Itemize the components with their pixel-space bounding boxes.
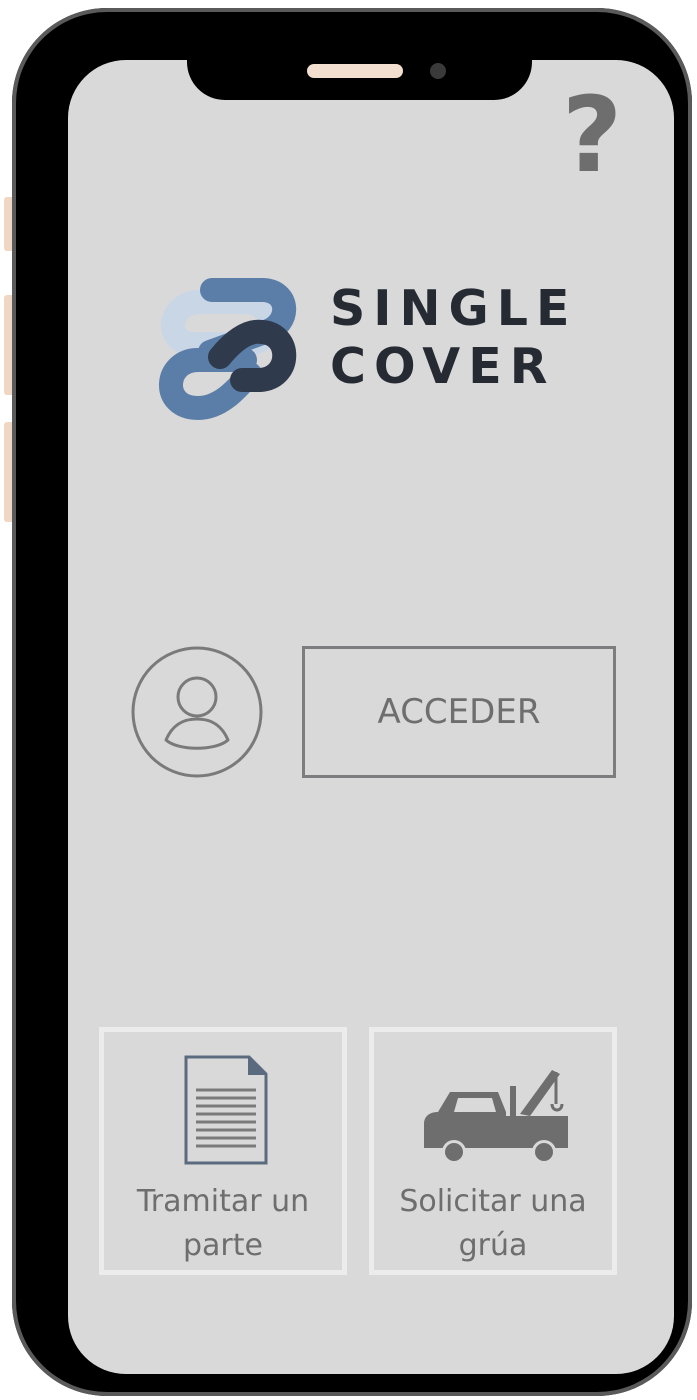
front-camera [430,63,446,79]
request-tow-label: Solicitar una grúa [374,1180,612,1268]
brand-line-2: COVER [330,338,556,395]
file-claim-label-line-1: Tramitar un [136,1184,310,1219]
single-cover-logo-icon [150,262,300,426]
login-button[interactable]: ACCEDER [302,646,616,778]
brand-name: SINGLE COVER [330,280,570,396]
tow-truck-icon [374,1052,612,1177]
phone-mockup: ? SINGLE COVER ACCEDER Tramitar un parte… [0,0,697,1400]
document-icon [104,1052,342,1177]
request-tow-label-line-1: Solicitar una [399,1184,587,1219]
speaker-grille [307,64,403,78]
help-button[interactable]: ? [557,80,627,190]
brand-line-1: SINGLE [330,280,578,337]
request-tow-button[interactable]: Solicitar una grúa [369,1027,617,1275]
file-claim-label: Tramitar un parte [104,1180,342,1268]
request-tow-label-line-2: grúa [458,1228,528,1263]
file-claim-button[interactable]: Tramitar un parte [99,1027,347,1275]
file-claim-label-line-2: parte [183,1228,263,1263]
user-avatar-icon[interactable] [130,645,264,779]
